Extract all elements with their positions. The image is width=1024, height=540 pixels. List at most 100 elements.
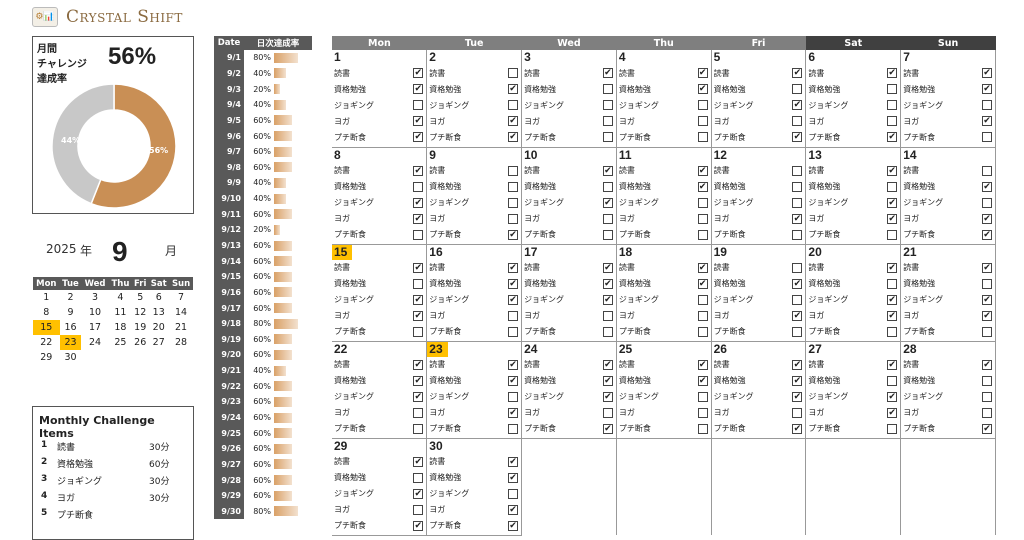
task-checkbox[interactable]	[697, 197, 708, 208]
task-checkbox[interactable]: ✔	[602, 68, 613, 78]
task-checkbox[interactable]: ✔	[508, 84, 519, 94]
task-checkbox[interactable]	[413, 504, 424, 515]
task-checkbox[interactable]: ✔	[602, 262, 613, 273]
task-checkbox[interactable]	[982, 197, 992, 208]
task-checkbox[interactable]	[602, 181, 613, 192]
task-checkbox[interactable]	[602, 213, 613, 224]
task-checkbox[interactable]: ✔	[982, 294, 992, 305]
task-checkbox[interactable]: ✔	[697, 84, 708, 94]
task-checkbox[interactable]	[982, 391, 992, 402]
task-checkbox[interactable]	[887, 375, 898, 386]
task-checkbox[interactable]: ✔	[508, 132, 519, 142]
task-checkbox[interactable]: ✔	[887, 262, 898, 273]
task-checkbox[interactable]: ✔	[887, 310, 898, 321]
mini-cal-day[interactable]	[148, 350, 169, 365]
task-checkbox[interactable]: ✔	[413, 213, 424, 224]
task-checkbox[interactable]	[792, 294, 803, 305]
task-checkbox[interactable]	[792, 116, 803, 126]
task-checkbox[interactable]	[602, 84, 613, 94]
mini-cal-day[interactable]: 6	[148, 290, 169, 305]
task-checkbox[interactable]	[792, 229, 803, 240]
task-checkbox[interactable]: ✔	[982, 262, 992, 273]
mini-cal-day[interactable]: 17	[81, 320, 108, 335]
task-checkbox[interactable]	[887, 229, 898, 240]
task-checkbox[interactable]: ✔	[887, 165, 898, 176]
task-checkbox[interactable]	[697, 213, 708, 224]
task-checkbox[interactable]: ✔	[697, 359, 708, 370]
task-checkbox[interactable]	[508, 197, 519, 208]
mini-cal-day[interactable]: 9	[60, 305, 82, 320]
task-checkbox[interactable]	[697, 229, 708, 240]
task-checkbox[interactable]: ✔	[508, 520, 519, 531]
mini-cal-day[interactable]	[132, 350, 148, 365]
task-checkbox[interactable]	[697, 294, 708, 305]
task-checkbox[interactable]	[697, 326, 708, 337]
task-checkbox[interactable]: ✔	[413, 294, 424, 305]
mini-cal-day[interactable]: 19	[132, 320, 148, 335]
task-checkbox[interactable]	[413, 423, 424, 434]
mini-cal-day[interactable]: 13	[148, 305, 169, 320]
task-checkbox[interactable]	[982, 100, 992, 110]
task-checkbox[interactable]: ✔	[792, 68, 803, 78]
task-checkbox[interactable]: ✔	[508, 375, 519, 386]
task-checkbox[interactable]	[602, 229, 613, 240]
task-checkbox[interactable]: ✔	[602, 197, 613, 208]
task-checkbox[interactable]	[413, 181, 424, 192]
mini-cal-day[interactable]: 22	[33, 335, 60, 350]
task-checkbox[interactable]: ✔	[413, 488, 424, 499]
task-checkbox[interactable]	[982, 132, 992, 142]
task-checkbox[interactable]	[508, 68, 519, 78]
mini-cal-day[interactable]	[109, 350, 132, 365]
mini-cal-day[interactable]: 15	[33, 320, 60, 335]
task-checkbox[interactable]	[887, 116, 898, 126]
task-checkbox[interactable]: ✔	[602, 165, 613, 176]
mini-cal-day[interactable]	[81, 350, 108, 365]
mini-cal-day[interactable]: 5	[132, 290, 148, 305]
mini-cal-day[interactable]: 21	[169, 320, 193, 335]
task-checkbox[interactable]: ✔	[413, 116, 424, 126]
task-checkbox[interactable]: ✔	[602, 294, 613, 305]
task-checkbox[interactable]: ✔	[508, 294, 519, 305]
mini-cal-day[interactable]: 4	[109, 290, 132, 305]
task-checkbox[interactable]: ✔	[792, 278, 803, 289]
task-checkbox[interactable]	[697, 116, 708, 126]
task-checkbox[interactable]: ✔	[887, 213, 898, 224]
task-checkbox[interactable]: ✔	[508, 456, 519, 467]
task-checkbox[interactable]	[982, 375, 992, 386]
task-checkbox[interactable]	[697, 391, 708, 402]
task-checkbox[interactable]	[792, 262, 803, 273]
task-checkbox[interactable]: ✔	[982, 213, 992, 224]
task-checkbox[interactable]	[508, 213, 519, 224]
task-checkbox[interactable]: ✔	[887, 132, 898, 142]
mini-cal-day[interactable]: 2	[60, 290, 82, 305]
task-checkbox[interactable]: ✔	[413, 359, 424, 370]
mini-cal-day[interactable]: 7	[169, 290, 193, 305]
task-checkbox[interactable]: ✔	[792, 100, 803, 110]
mini-cal-day[interactable]: 23	[59, 335, 82, 350]
task-checkbox[interactable]: ✔	[508, 504, 519, 515]
task-checkbox[interactable]	[602, 132, 613, 142]
task-checkbox[interactable]: ✔	[508, 229, 519, 240]
task-checkbox[interactable]: ✔	[697, 68, 708, 78]
task-checkbox[interactable]: ✔	[602, 278, 613, 289]
mini-cal-day[interactable]: 30	[60, 350, 82, 365]
task-checkbox[interactable]	[697, 310, 708, 321]
task-checkbox[interactable]: ✔	[887, 294, 898, 305]
task-checkbox[interactable]	[508, 488, 519, 499]
task-checkbox[interactable]	[602, 116, 613, 126]
task-checkbox[interactable]	[792, 84, 803, 94]
task-checkbox[interactable]: ✔	[697, 262, 708, 273]
mini-cal-day[interactable]	[169, 350, 193, 365]
task-checkbox[interactable]: ✔	[697, 165, 708, 176]
task-checkbox[interactable]: ✔	[508, 116, 519, 126]
task-checkbox[interactable]: ✔	[982, 181, 992, 192]
task-checkbox[interactable]	[887, 278, 898, 289]
task-checkbox[interactable]: ✔	[602, 359, 613, 370]
task-checkbox[interactable]: ✔	[413, 68, 424, 78]
task-checkbox[interactable]	[792, 197, 803, 208]
task-checkbox[interactable]: ✔	[413, 262, 424, 273]
mini-cal-day[interactable]: 16	[60, 320, 82, 335]
task-checkbox[interactable]	[697, 407, 708, 418]
mini-cal-day[interactable]: 3	[81, 290, 108, 305]
task-checkbox[interactable]	[413, 100, 424, 110]
